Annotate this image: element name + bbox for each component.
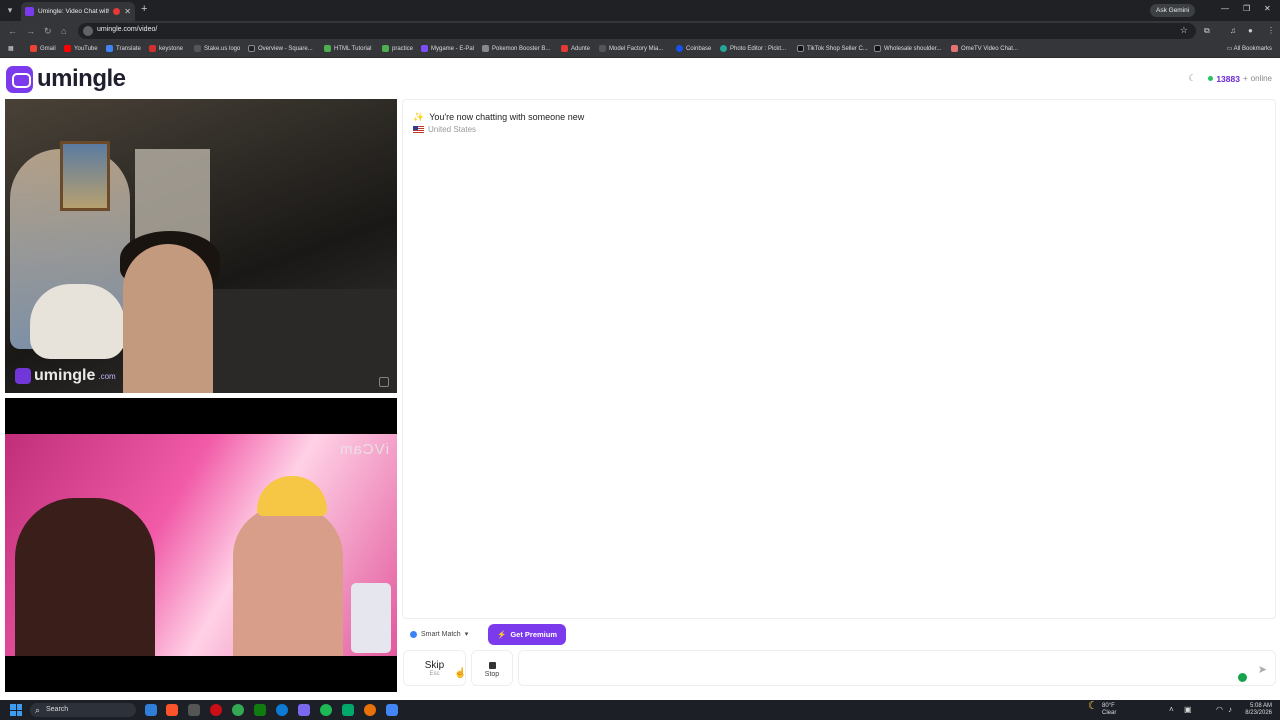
bookmark-keystone[interactable]: keystone: [149, 45, 183, 52]
all-bookmarks-button[interactable]: ▭ All Bookmarks: [1227, 45, 1272, 52]
grammarly-badge-icon[interactable]: [1238, 673, 1247, 682]
tray-app-icon[interactable]: ▣: [1184, 705, 1192, 714]
windows-start-icon[interactable]: [10, 704, 22, 716]
bookmarks-bar: ▦ Gmail YouTube Translate keystone Stake…: [0, 41, 1280, 58]
bookmark-wholesale[interactable]: Wholesale shoulder...: [874, 45, 941, 52]
home-icon[interactable]: ⌂: [61, 26, 66, 36]
bookmark-practice[interactable]: practice: [382, 45, 413, 52]
reload-icon[interactable]: ↻: [44, 26, 52, 37]
online-plus: +: [1242, 74, 1248, 83]
wifi-icon[interactable]: ◠: [1216, 705, 1223, 714]
url-text: umingle.com/video/: [97, 26, 158, 33]
self-video: iVCam: [5, 398, 397, 692]
apps-grid-icon[interactable]: ▦: [8, 45, 14, 52]
bookmark-mygame[interactable]: Mygame - E-Pal: [421, 45, 474, 52]
bookmark-pokemon[interactable]: Pokemon Booster B...: [482, 45, 550, 52]
dark-mode-toggle-icon[interactable]: ☾: [1188, 73, 1196, 84]
spotify-icon[interactable]: [320, 704, 332, 716]
umingle-page: umingle ☾ 13883 + online umingle .com iV…: [0, 59, 1280, 700]
edge-icon[interactable]: [276, 704, 288, 716]
taskbar-search[interactable]: Search: [30, 703, 136, 717]
online-count: 13883: [1216, 73, 1240, 84]
browser-tab-umingle[interactable]: Umingle: Video Chat with S ✕: [21, 2, 135, 21]
volume-icon[interactable]: ♪: [1228, 705, 1232, 714]
bookmark-stake[interactable]: Stake.us logo: [194, 45, 240, 52]
mouse-cursor-icon: ☝: [454, 668, 467, 679]
us-flag-icon: [413, 125, 424, 134]
new-tab-button[interactable]: +: [141, 3, 147, 15]
tab-close-icon[interactable]: ✕: [124, 7, 131, 16]
send-icon[interactable]: ➤: [1258, 663, 1267, 676]
bookmark-html-tutorial[interactable]: HTML Tutorial: [324, 45, 371, 52]
recording-icon: [113, 8, 121, 15]
ask-gemini-button[interactable]: Ask Gemini: [1150, 4, 1196, 17]
browser-toolbar: ← → ↻ ⌂ umingle.com/video/ ☆ ⧉ ♫ ● ⋮: [0, 21, 1280, 41]
brave-icon[interactable]: [166, 704, 178, 716]
windows-taskbar: Search 80°F Clear ˄ ▣ ◠ ♪ 5:08 AM 8/23/2…: [0, 700, 1280, 720]
file-explorer-icon[interactable]: [145, 704, 157, 716]
site-info-icon[interactable]: [83, 26, 93, 36]
system-message: ✨ You're now chatting with someone new: [413, 112, 585, 122]
bookmark-ometv[interactable]: OmeTV Video Chat...: [951, 45, 1018, 52]
umingle-favicon-icon: [25, 7, 34, 16]
message-input[interactable]: ➤: [518, 650, 1276, 686]
globe-icon: [410, 630, 417, 638]
online-label: online: [1250, 74, 1272, 83]
restore-icon[interactable]: ❐: [1243, 4, 1250, 13]
ivcam-watermark: iVCam: [338, 441, 389, 458]
bookmark-youtube[interactable]: YouTube: [64, 45, 98, 52]
smart-match-dropdown[interactable]: Smart Match ▾: [410, 630, 468, 638]
stranger-video: umingle .com: [5, 99, 397, 393]
bookmark-coinbase[interactable]: Coinbase: [676, 45, 711, 52]
stop-button[interactable]: Stop: [471, 650, 513, 686]
settings-icon[interactable]: [188, 704, 200, 716]
bookmark-model-factory[interactable]: Model Factory Mia...: [599, 45, 663, 52]
weather-widget[interactable]: 80°F Clear: [1088, 703, 1116, 717]
app-green-icon[interactable]: [342, 704, 354, 716]
bookmark-translate[interactable]: Translate: [106, 45, 141, 52]
watermark-logo-icon: [15, 368, 31, 384]
window-close-icon[interactable]: ✕: [1264, 4, 1271, 13]
bookmark-adunte[interactable]: Adunte: [561, 45, 590, 52]
chat-bubble-logo-icon: [6, 65, 33, 93]
tab-title: Umingle: Video Chat with S: [38, 8, 110, 15]
report-flag-icon[interactable]: [379, 377, 389, 387]
sparkle-icon: ✨: [413, 112, 425, 122]
header-status: ☾ 13883 + online: [1188, 73, 1272, 84]
taskbar-clock[interactable]: 5:08 AM 8/23/2026: [1245, 703, 1272, 717]
tray-chevron-icon[interactable]: ˄: [1169, 705, 1174, 714]
umingle-watermark: umingle .com: [15, 367, 116, 385]
bookmark-photo-editor[interactable]: Photo Editor : Pickt...: [720, 45, 786, 52]
chat-panel: ✨ You're now chatting with someone new U…: [402, 99, 1276, 619]
stop-icon: [488, 662, 496, 669]
bookmark-square[interactable]: Overview - Square...: [248, 45, 313, 52]
stranger-country: United States: [413, 125, 476, 134]
bookmark-star-icon[interactable]: ☆: [1180, 25, 1188, 36]
back-icon[interactable]: ←: [8, 26, 17, 36]
browser-menu-icon[interactable]: ⋮: [1267, 26, 1275, 35]
chrome-canary-icon[interactable]: [364, 704, 376, 716]
media-icon[interactable]: ♫: [1230, 26, 1236, 35]
logo-text: umingle: [37, 65, 126, 92]
app-blue-icon[interactable]: [386, 704, 398, 716]
forward-icon[interactable]: →: [26, 26, 35, 36]
opera-icon[interactable]: [210, 704, 222, 716]
extensions-icon[interactable]: ⧉: [1204, 26, 1210, 36]
minimize-icon[interactable]: —: [1221, 4, 1229, 13]
xbox-icon[interactable]: [254, 704, 266, 716]
browser-tab-bar: ▾ Umingle: Video Chat with S ✕ + Ask Gem…: [0, 0, 1280, 21]
get-premium-button[interactable]: ⚡ Get Premium: [488, 624, 566, 645]
bookmark-tiktok[interactable]: TikTok Shop Seller C...: [797, 45, 868, 52]
umingle-logo[interactable]: umingle: [6, 65, 126, 93]
online-dot-icon: [1208, 76, 1214, 81]
app-icon[interactable]: [298, 704, 310, 716]
address-bar[interactable]: umingle.com/video/ ☆: [78, 23, 1196, 39]
online-counter: 13883 + online: [1208, 74, 1272, 84]
profile-icon[interactable]: ●: [1248, 26, 1253, 35]
tab-search-icon[interactable]: ▾: [4, 4, 16, 16]
chevron-down-icon: ▾: [464, 631, 469, 638]
bolt-icon: ⚡: [496, 630, 507, 639]
bookmark-gmail[interactable]: Gmail: [30, 45, 56, 52]
chrome-icon[interactable]: [232, 704, 244, 716]
